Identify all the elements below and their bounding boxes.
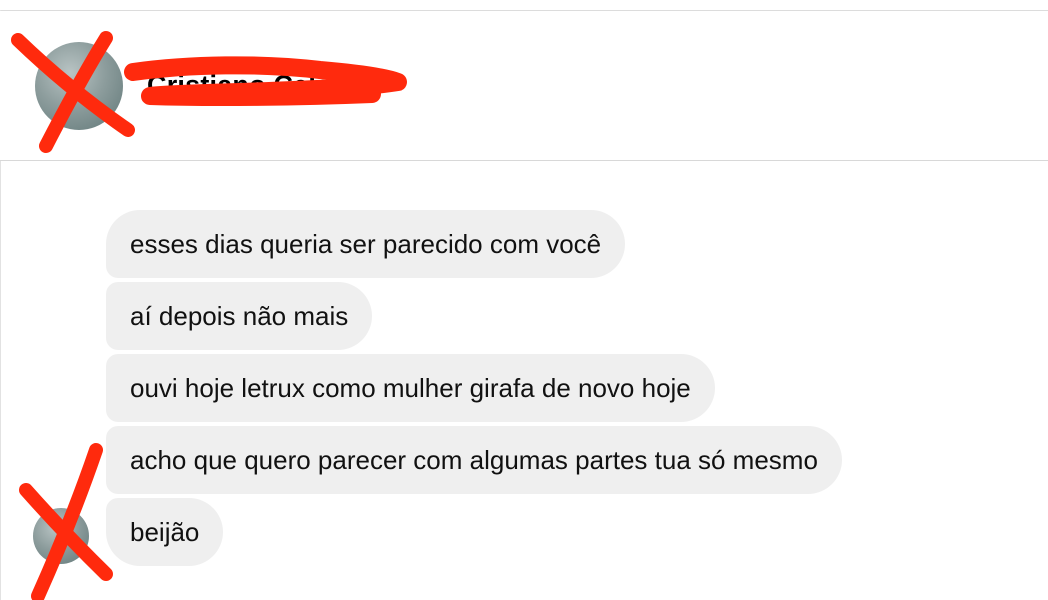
sender-avatar[interactable] (33, 508, 89, 564)
header-divider (0, 160, 1048, 161)
message-bubble[interactable]: aí depois não mais (106, 282, 373, 350)
message-bubble[interactable]: ouvi hoje letrux como mulher girafa de n… (106, 354, 715, 422)
message-bubble[interactable]: beijão (106, 498, 224, 566)
contact-avatar[interactable] (35, 42, 123, 130)
message-bubble[interactable]: acho que quero parecer com algumas parte… (106, 426, 842, 494)
message-bubble[interactable]: esses dias queria ser parecido com você (106, 210, 626, 278)
chat-window: Cristiano Caldas esses dias queria ser p… (0, 0, 1048, 600)
contact-name[interactable]: Cristiano Caldas (147, 70, 363, 101)
